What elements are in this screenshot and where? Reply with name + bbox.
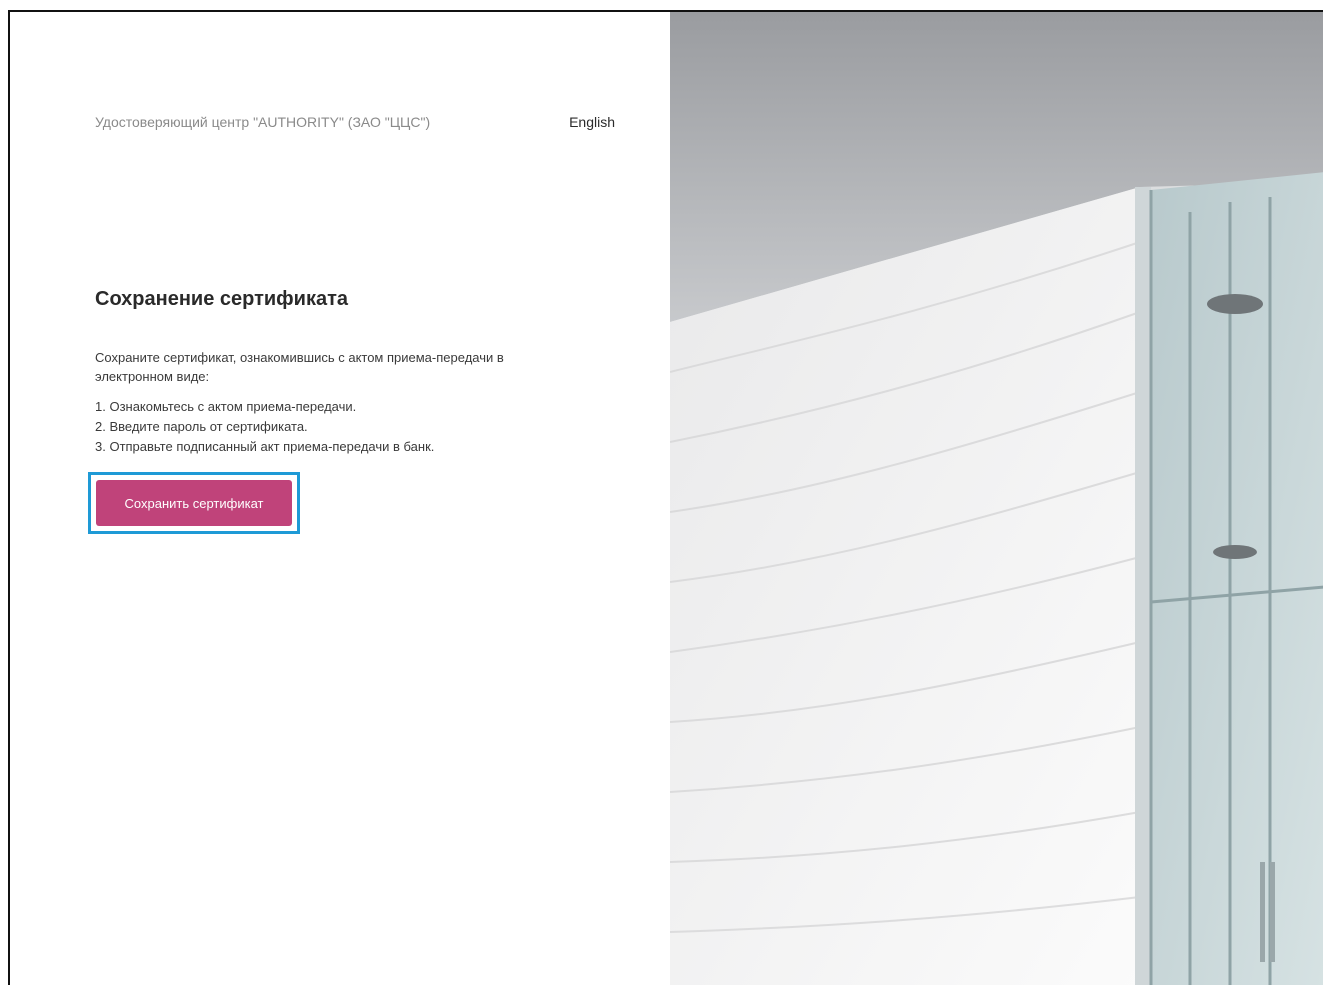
page-frame: Удостоверяющий центр "AUTHORITY" (ЗАО "Ц… — [8, 10, 1323, 985]
description: Сохраните сертификат, ознакомившись с ак… — [95, 350, 504, 384]
header: Удостоверяющий центр "AUTHORITY" (ЗАО "Ц… — [95, 114, 615, 130]
list-item: 3. Отправьте подписанный акт приема-пере… — [95, 439, 435, 454]
list-item: 1. Ознакомьтесь с актом приема-передачи. — [95, 399, 357, 414]
content-panel: Удостоверяющий центр "AUTHORITY" (ЗАО "Ц… — [10, 12, 670, 985]
list-item: 2. Введите пароль от сертификата. — [95, 419, 308, 434]
page-title: Сохранение сертификата — [95, 288, 349, 310]
save-certificate-button[interactable]: Сохранить сертификат — [96, 480, 292, 526]
office-wall-image — [670, 12, 1323, 985]
language-switch-link[interactable]: English — [569, 114, 615, 130]
background-photo — [670, 12, 1323, 985]
steps-list: 1. Ознакомьтесь с актом приема-передачи.… — [95, 397, 565, 457]
org-name: Удостоверяющий центр "AUTHORITY" (ЗАО "Ц… — [95, 114, 431, 130]
